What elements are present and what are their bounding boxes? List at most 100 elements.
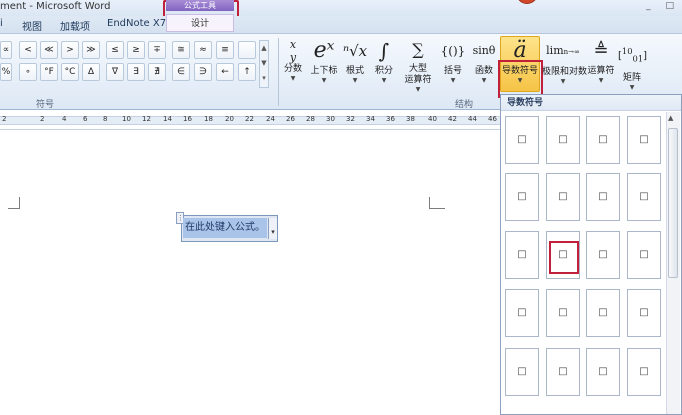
accent-cell-right-arrow[interactable]: □ [505,348,539,396]
sum-icon: ∑ [412,40,424,59]
ruler-number: 2 [2,115,7,123]
symbol-button[interactable]: ∝ [0,41,12,59]
symbol-button[interactable]: ≤ [106,41,124,59]
window-controls[interactable]: _ □ [644,1,680,13]
symbol-button[interactable]: ≥ [127,41,145,59]
accent-cell-tilde[interactable]: □ [505,231,539,279]
bracket-button[interactable]: {()} 括号 ▼ [439,36,467,94]
function-button[interactable]: sinθ 函数 ▼ [470,36,498,94]
tab-view[interactable]: 视图 [22,18,42,33]
group-label-symbols: 符号 [36,100,55,110]
accent-cell-group-under[interactable]: □ [586,289,620,337]
accent-cell-double-dot[interactable]: □ [546,116,580,164]
symbol-button[interactable] [238,41,256,59]
chevron-down-icon: ▼ [481,77,487,84]
bar-accent-annotation [549,241,579,274]
chevron-down-icon: ▼ [381,77,387,84]
symbol-button[interactable]: ≡ [216,41,234,59]
fraction-icon: xy [289,38,297,64]
symbol-button[interactable]: ≪ [40,41,58,59]
accent-cell-group-over[interactable]: □ [546,289,580,337]
chevron-down-icon: ▼ [415,86,421,93]
accent-cell-hat[interactable]: □ [627,116,661,164]
symbol-button[interactable]: ∃ [127,63,145,81]
group-label-structures: 结构 [455,100,474,110]
tab-design[interactable]: 设计 [166,14,234,32]
accent-button-annotation [498,60,543,98]
accent-gallery-title: 导数符号 [501,95,681,111]
symbol-button[interactable]: < [19,41,37,59]
symbol-button[interactable]: % [0,63,12,81]
tab-partial[interactable]: i [0,18,3,29]
scrollbar-thumb[interactable] [668,128,678,278]
radical-icon: ⁿ√x [343,42,368,60]
ruler-number: 20 [225,115,234,123]
tab-addins[interactable]: 加载项 [60,18,90,33]
large-operator-button[interactable]: ∑ 大型 运算符 ▼ [401,36,435,94]
ruler-number: 46 [488,115,497,123]
ruler-number: 30 [326,115,335,123]
symbol-button[interactable]: ← [216,63,234,81]
matrix-button[interactable]: [1001] 矩阵 ▼ [618,36,648,94]
chevron-down-icon: ▼ [450,77,456,84]
ruler-number: 6 [83,115,88,123]
symbol-button[interactable]: °C [61,63,79,81]
ruler-number: 32 [346,115,355,123]
accent-cell-both-arrow[interactable]: □ [546,348,580,396]
symbol-button[interactable]: ∓ [148,41,166,59]
ruler-number: 44 [468,115,477,123]
symbol-button[interactable]: ∈ [172,63,190,81]
accent-cell-right-harpoon[interactable]: □ [627,348,661,396]
chevron-up-icon[interactable]: ▲ [260,41,268,56]
symbol-button[interactable]: ∆ [82,63,100,81]
accent-cell-left-harpoon[interactable]: □ [586,348,620,396]
limit-log-button[interactable]: limn→∞ 极限和对数 ▼ [542,36,587,94]
ruler-number: 38 [406,115,415,123]
document-page[interactable] [0,130,500,415]
accent-cell-underbrace[interactable]: □ [505,289,539,337]
integral-icon: ∫ [378,39,390,63]
scroll-up-icon[interactable]: ▲ [668,114,673,122]
symbol-gallery-scroll[interactable]: ▲ ▼ ▾ [259,40,269,88]
symbol-button[interactable]: °F [40,63,58,81]
matrix-icon: [1001] [618,46,648,64]
bracket-icon: {()} [440,44,466,58]
symbol-button[interactable]: ≫ [82,41,100,59]
script-icon: eˣ [313,38,335,63]
tab-endnote[interactable]: EndNote X7 [107,18,166,29]
symbol-button[interactable]: > [61,41,79,59]
symbol-button[interactable]: ≅ [172,41,190,59]
symbol-button[interactable]: ∇ [106,63,124,81]
symbol-button[interactable]: ≈ [194,41,212,59]
more-icon[interactable]: ▾ [260,71,268,86]
ruler-number: 18 [204,115,213,123]
integral-button[interactable]: ∫ 积分 ▼ [372,36,396,94]
script-button[interactable]: eˣ 上下标 ▼ [308,36,340,94]
chevron-down-icon: ▼ [290,75,296,82]
radical-button[interactable]: ⁿ√x 根式 ▼ [343,36,367,94]
accent-cell-left-arrow[interactable]: □ [627,289,661,337]
symbol-button[interactable]: ∘ [19,63,37,81]
chevron-down-icon[interactable]: ▼ [260,56,268,71]
operator-button[interactable]: ≜ 运算符 ▼ [586,36,616,94]
ruler-number: 42 [448,115,457,123]
accent-cell-overbrace[interactable]: □ [627,231,661,279]
accent-cell-breve[interactable]: □ [627,173,661,221]
equation-options-button[interactable]: ▾ [268,218,277,239]
accent-cell-check[interactable]: □ [505,173,539,221]
accent-cell-double-bar[interactable]: □ [586,231,620,279]
chevron-down-icon: ▼ [560,78,566,85]
margin-corner-mark [429,197,445,209]
symbol-button[interactable]: ∋ [194,63,212,81]
symbol-button[interactable]: ↑ [238,63,256,81]
accent-cell-grave[interactable]: □ [586,173,620,221]
accent-cell-dot[interactable]: □ [505,116,539,164]
ruler-number: 22 [245,115,254,123]
symbol-button[interactable]: ∄ [148,63,166,81]
accent-cell-triple-dot[interactable]: □ [586,116,620,164]
operator-icon: ≜ [593,40,609,61]
limit-icon: limn→∞ [546,44,580,57]
equation-placeholder[interactable]: 在此处键入公式。 [183,218,267,238]
fraction-button[interactable]: xy 分数 ▼ [282,36,304,94]
accent-cell-acute[interactable]: □ [546,173,580,221]
